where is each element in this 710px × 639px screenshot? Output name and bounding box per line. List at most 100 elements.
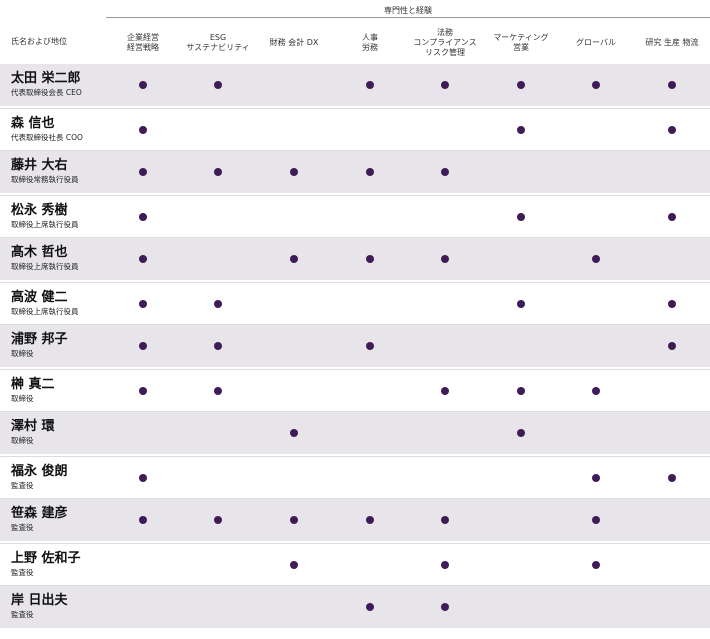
expertise-dot-finance-accounting-dx [290,429,298,437]
expertise-dot-hr-labor [366,255,374,263]
expertise-dot-research-production-logistics [668,213,676,221]
expertise-dot-global [592,81,600,89]
person-name: 澤村 環 [11,419,55,434]
header-divider [106,17,710,18]
table-row: 岸 日出夫 監査役 [0,586,710,630]
table-row: 藤井 大右取締役常務執行役員 [0,151,710,195]
person-name: 岸 日出夫 [11,593,68,608]
expertise-dot-marketing-sales [517,300,525,308]
table-row: 澤村 環取締役 [0,412,710,456]
expertise-dot-research-production-logistics [668,126,676,134]
table-row: 上野 佐和子 監査役 [0,543,710,586]
expertise-dot-hr-labor [366,168,374,176]
table-row: 森 信也代表取締役社長 COO [0,108,710,151]
expertise-dot-management-strategy [139,126,147,134]
expertise-dot-finance-accounting-dx [290,255,298,263]
person-position: 取締役常務執行役員 [11,175,79,184]
expertise-dot-legal-compliance-risk [441,81,449,89]
column-header-finance-accounting-dx: 財務 会計 DX [269,38,319,47]
column-header-management-strategy: 企業経営 経営戦略 [127,33,159,52]
column-header-research-production-logistics: 研究 生産 物流 [645,38,699,47]
column-header-legal-compliance-risk: 法務 コンプライアンス リスク管理 [413,28,477,57]
expertise-dot-hr-labor [366,603,374,611]
expertise-dot-finance-accounting-dx [290,516,298,524]
expertise-dot-management-strategy [139,168,147,176]
expertise-dot-legal-compliance-risk [441,255,449,263]
expertise-dot-hr-labor [366,516,374,524]
person-name: 榊 真二 [11,377,55,392]
expertise-dot-global [592,516,600,524]
director-rows: 太田 栄二郎 代表取締役会長 CEO 森 信也 代表取締役社長 COO 藤井 大右 取締役… [0,64,710,630]
expertise-dot-management-strategy [139,213,147,221]
person-name: 上野 佐和子 [11,551,81,566]
expertise-dot-marketing-sales [517,213,525,221]
table-row: 髙木 哲也取締役上席執行役員 [0,238,710,282]
expertise-dot-management-strategy [139,474,147,482]
table-row: 松永 秀樹取締役上席執行役員 [0,195,710,238]
expertise-dot-esg-sustainability [214,387,222,395]
person-position: 取締役上席執行役員 [11,220,79,229]
expertise-dot-hr-labor [366,342,374,350]
person-name: 森 信也 [11,116,55,131]
person-position: 監査役 [11,568,34,577]
expertise-dot-management-strategy [139,300,147,308]
expertise-dot-global [592,387,600,395]
expertise-dot-finance-accounting-dx [290,561,298,569]
expertise-dot-esg-sustainability [214,342,222,350]
expertise-dot-esg-sustainability [214,81,222,89]
expertise-dot-marketing-sales [517,387,525,395]
expertise-dot-esg-sustainability [214,168,222,176]
person-position: 取締役上席執行役員 [11,307,79,316]
person-position: 監査役 [11,610,34,619]
expertise-dot-research-production-logistics [668,300,676,308]
expertise-dot-marketing-sales [517,126,525,134]
column-header-hr-labor: 人事 労務 [362,33,378,52]
expertise-dot-management-strategy [139,255,147,263]
person-name: 笹森 建彦 [11,506,68,521]
column-header-marketing-sales: マーケティング 営業 [493,33,549,52]
person-name: 髙木 哲也 [11,245,68,260]
expertise-dot-management-strategy [139,81,147,89]
skills-matrix: 専門性と経験 氏名および地位 企業経営 経営戦略 ESG サステナビリティ 財務 会… [0,0,710,639]
expertise-dot-global [592,255,600,263]
expertise-dot-esg-sustainability [214,516,222,524]
expertise-dot-global [592,561,600,569]
expertise-dot-marketing-sales [517,81,525,89]
expertise-dot-legal-compliance-risk [441,516,449,524]
expertise-dot-research-production-logistics [668,474,676,482]
expertise-dot-legal-compliance-risk [441,387,449,395]
person-name: 浦野 邦子 [11,332,68,347]
expertise-dot-legal-compliance-risk [441,168,449,176]
person-position: 代表取締役会長 CEO [11,88,82,97]
person-name: 藤井 大右 [11,158,68,173]
expertise-dot-finance-accounting-dx [290,168,298,176]
person-name: 太田 栄二郎 [11,71,81,86]
person-position: 取締役上席執行役員 [11,262,79,271]
expertise-dot-management-strategy [139,387,147,395]
expertise-dot-esg-sustainability [214,300,222,308]
column-header-esg-sustainability: ESG サステナビリティ [186,33,250,52]
table-row: 太田 栄二郎代表取締役会長 CEO [0,64,710,108]
expertise-dot-marketing-sales [517,429,525,437]
person-position: 監査役 [11,481,34,490]
person-position: 監査役 [11,523,34,532]
person-position: 取締役 [11,436,34,445]
table-row: 浦野 邦子 取締役 [0,325,710,369]
expertise-dot-management-strategy [139,342,147,350]
person-position: 取締役 [11,394,34,403]
person-name: 松永 秀樹 [11,203,68,218]
table-row: 高波 健二 取締役上席執行役員 [0,282,710,325]
person-name: 福永 俊朗 [11,464,68,479]
expertise-dot-legal-compliance-risk [441,561,449,569]
expertise-dot-research-production-logistics [668,342,676,350]
table-row: 榊 真二 取締役 [0,369,710,412]
expertise-dot-legal-compliance-risk [441,603,449,611]
column-header-global: グローバル [576,38,616,47]
name-column-header: 氏名および地位 [11,37,67,46]
person-position: 取締役 [11,349,34,358]
expertise-dot-management-strategy [139,516,147,524]
expertise-dot-research-production-logistics [668,81,676,89]
person-position: 代表取締役社長 COO [11,133,83,142]
expertise-dot-global [592,474,600,482]
expertise-dot-hr-labor [366,81,374,89]
